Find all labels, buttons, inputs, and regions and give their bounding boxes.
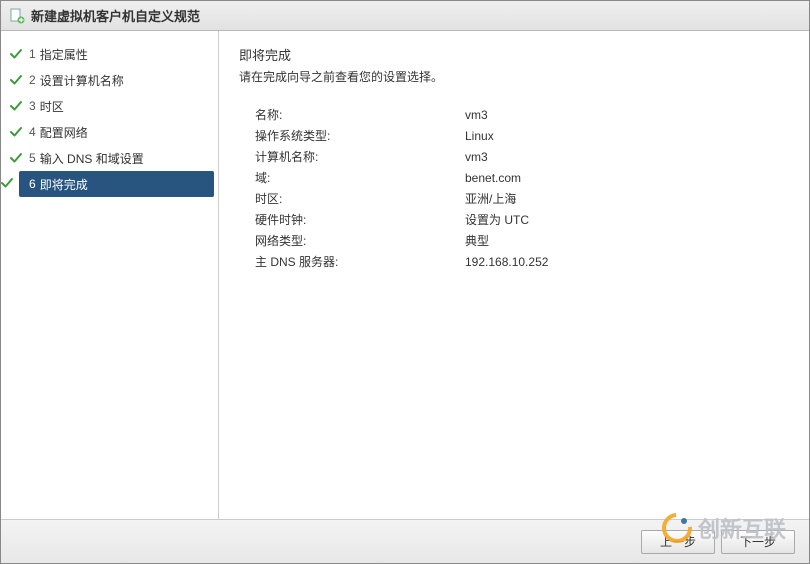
step-3[interactable]: 3 时区 (1, 93, 218, 119)
spec-file-icon (9, 8, 25, 24)
summary-key: 计算机名称: (255, 147, 465, 168)
summary-row: 操作系统类型: Linux (255, 126, 789, 147)
summary-val: 典型 (465, 231, 489, 252)
check-icon (9, 152, 23, 164)
summary-val: benet.com (465, 168, 521, 189)
wizard-window: 新建虚拟机客户机自定义规范 1 指定属性 2 设置计算机名称 (0, 0, 810, 564)
check-icon (9, 126, 23, 138)
summary-val: 设置为 UTC (465, 210, 529, 231)
summary-key: 时区: (255, 189, 465, 210)
summary-row: 主 DNS 服务器: 192.168.10.252 (255, 252, 789, 273)
page-title: 即将完成 (239, 45, 789, 64)
step-6[interactable]: 6 即将完成 (19, 171, 214, 197)
summary-key: 名称: (255, 105, 465, 126)
summary-row: 硬件时钟: 设置为 UTC (255, 210, 789, 231)
footer: 上一步 下一步 (1, 519, 809, 563)
summary-val: vm3 (465, 147, 488, 168)
step-label: 输入 DNS 和域设置 (40, 150, 144, 167)
step-label: 设置计算机名称 (40, 72, 124, 89)
summary-key: 域: (255, 168, 465, 189)
summary-key: 操作系统类型: (255, 126, 465, 147)
step-4[interactable]: 4 配置网络 (1, 119, 218, 145)
back-button[interactable]: 上一步 (641, 530, 715, 554)
summary-key: 网络类型: (255, 231, 465, 252)
step-1[interactable]: 1 指定属性 (1, 41, 218, 67)
summary-val: 192.168.10.252 (465, 252, 548, 273)
summary-key: 主 DNS 服务器: (255, 252, 465, 273)
summary-list: 名称: vm3 操作系统类型: Linux 计算机名称: vm3 域: bene… (239, 105, 789, 273)
summary-val: vm3 (465, 105, 488, 126)
check-icon (9, 74, 23, 86)
main-panel: 即将完成 请在完成向导之前查看您的设置选择。 名称: vm3 操作系统类型: L… (219, 31, 809, 519)
summary-key: 硬件时钟: (255, 210, 465, 231)
step-label: 即将完成 (40, 176, 88, 193)
wizard-body: 1 指定属性 2 设置计算机名称 3 时区 4 (1, 31, 809, 519)
titlebar: 新建虚拟机客户机自定义规范 (1, 1, 809, 31)
sidebar: 1 指定属性 2 设置计算机名称 3 时区 4 (1, 31, 219, 519)
step-5[interactable]: 5 输入 DNS 和域设置 (1, 145, 218, 171)
check-icon (9, 100, 23, 112)
step-label: 配置网络 (40, 124, 88, 141)
window-title: 新建虚拟机客户机自定义规范 (31, 6, 200, 25)
summary-val: Linux (465, 126, 494, 147)
step-label: 时区 (40, 98, 64, 115)
summary-row: 计算机名称: vm3 (255, 147, 789, 168)
check-icon (9, 48, 23, 60)
page-subtitle: 请在完成向导之前查看您的设置选择。 (239, 68, 789, 85)
summary-row: 网络类型: 典型 (255, 231, 789, 252)
summary-val: 亚洲/上海 (465, 189, 516, 210)
next-button[interactable]: 下一步 (721, 530, 795, 554)
step-label: 指定属性 (40, 46, 88, 63)
summary-row: 时区: 亚洲/上海 (255, 189, 789, 210)
step-2[interactable]: 2 设置计算机名称 (1, 67, 218, 93)
summary-row: 域: benet.com (255, 168, 789, 189)
summary-row: 名称: vm3 (255, 105, 789, 126)
